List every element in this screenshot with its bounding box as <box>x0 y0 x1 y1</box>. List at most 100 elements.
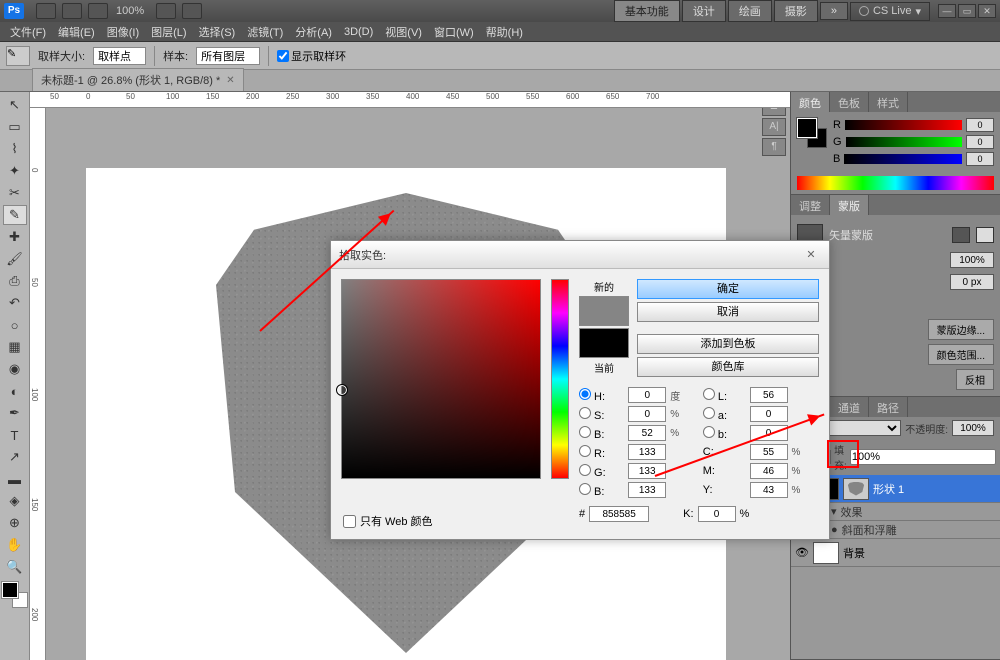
gradient-tool-icon[interactable]: ▦ <box>3 337 27 357</box>
color-range-button[interactable]: 颜色范围... <box>928 344 994 365</box>
tab-paths[interactable]: 路径 <box>869 397 908 417</box>
close-icon[interactable]: ✕ <box>978 4 996 18</box>
a-input[interactable] <box>750 406 788 422</box>
document-tab[interactable]: 未标题-1 @ 26.8% (形状 1, RGB/8) *✕ <box>32 68 244 91</box>
opacity-input[interactable] <box>952 420 994 436</box>
screenmode-icon[interactable] <box>182 3 202 19</box>
type-tool-icon[interactable]: T <box>3 425 27 445</box>
l-input[interactable] <box>750 387 788 403</box>
workspace-painting[interactable]: 绘画 <box>728 0 772 22</box>
minimize-icon[interactable]: — <box>938 4 956 18</box>
r-radio[interactable] <box>579 445 591 457</box>
tab-channels[interactable]: 通道 <box>830 397 869 417</box>
shape-tool-icon[interactable]: ▬ <box>3 469 27 489</box>
layer-thumb[interactable] <box>813 542 839 564</box>
workspace-more[interactable]: » <box>820 2 848 20</box>
tab-styles[interactable]: 样式 <box>869 92 908 112</box>
b-slider[interactable] <box>844 154 962 164</box>
dialog-close-icon[interactable]: ✕ <box>801 248 821 261</box>
heal-tool-icon[interactable]: ✚ <box>3 227 27 247</box>
blur-tool-icon[interactable]: ◉ <box>3 359 27 379</box>
3dcam-tool-icon[interactable]: ⊕ <box>3 513 27 533</box>
menu-window[interactable]: 窗口(W) <box>428 22 480 42</box>
eraser-tool-icon[interactable]: ○ <box>3 315 27 335</box>
s-input[interactable] <box>628 406 666 422</box>
paragraph-panel-icon[interactable]: ¶ <box>762 138 786 156</box>
g-slider[interactable] <box>846 137 962 147</box>
cslive-button[interactable]: CS Live▾ <box>850 2 930 21</box>
k-input[interactable] <box>698 506 736 522</box>
color-cursor[interactable] <box>337 385 347 395</box>
workspace-essentials[interactable]: 基本功能 <box>614 0 680 22</box>
a-radio[interactable] <box>703 407 715 419</box>
cancel-button[interactable]: 取消 <box>637 302 819 322</box>
pen-tool-icon[interactable]: ✒ <box>3 403 27 423</box>
bv-radio[interactable] <box>579 426 591 438</box>
visibility-icon[interactable]: 👁 <box>795 546 809 559</box>
b-input[interactable] <box>966 152 994 166</box>
dodge-tool-icon[interactable]: ◐ <box>3 381 27 401</box>
r-input[interactable] <box>628 444 666 460</box>
vectormask-icon[interactable] <box>976 227 994 243</box>
crop-tool-icon[interactable]: ✂ <box>3 183 27 203</box>
layer-background[interactable]: 👁 背景 <box>791 539 1000 567</box>
sample-select[interactable]: 所有图层 <box>196 47 260 65</box>
g-input[interactable] <box>966 135 994 149</box>
fill-input[interactable] <box>850 449 996 465</box>
menu-image[interactable]: 图像(I) <box>101 22 145 42</box>
dialog-titlebar[interactable]: 拾取实色: ✕ <box>331 241 829 269</box>
y-input[interactable] <box>750 482 788 498</box>
b-radio[interactable] <box>579 483 591 495</box>
character-panel-icon[interactable]: A| <box>762 118 786 136</box>
arrange-icon[interactable] <box>156 3 176 19</box>
viewmode-icon[interactable] <box>88 3 108 19</box>
r-input[interactable] <box>966 118 994 132</box>
hex-input[interactable] <box>589 506 649 522</box>
menu-analysis[interactable]: 分析(A) <box>289 22 338 42</box>
eyedropper-tool-icon[interactable]: ✎ <box>3 205 27 225</box>
color-field[interactable] <box>341 279 541 479</box>
webonly-checkbox[interactable]: 只有 Web 颜色 <box>343 513 433 529</box>
density-input[interactable] <box>950 252 994 268</box>
tab-masks[interactable]: 蒙版 <box>830 195 869 215</box>
menu-edit[interactable]: 编辑(E) <box>52 22 101 42</box>
stamp-tool-icon[interactable]: ⎙ <box>3 271 27 291</box>
tab-color[interactable]: 颜色 <box>791 92 830 112</box>
vector-mask-thumb[interactable] <box>843 478 869 500</box>
lab-b-radio[interactable] <box>703 426 715 438</box>
bv-input[interactable] <box>628 425 666 441</box>
hand-tool-icon[interactable]: ✋ <box>3 535 27 555</box>
pixelmask-icon[interactable] <box>952 227 970 243</box>
marquee-tool-icon[interactable]: ▭ <box>3 117 27 137</box>
panel-color-swatch[interactable] <box>797 118 827 148</box>
tab-swatches[interactable]: 色板 <box>830 92 869 112</box>
menu-file[interactable]: 文件(F) <box>4 22 52 42</box>
m-input[interactable] <box>750 463 788 479</box>
wand-tool-icon[interactable]: ✦ <box>3 161 27 181</box>
ok-button[interactable]: 确定 <box>637 279 819 299</box>
h-input[interactable] <box>628 387 666 403</box>
history-tool-icon[interactable]: ↶ <box>3 293 27 313</box>
path-tool-icon[interactable]: ↗ <box>3 447 27 467</box>
invert-button[interactable]: 反相 <box>956 369 994 390</box>
h-radio[interactable] <box>579 388 591 400</box>
foreground-color[interactable] <box>2 582 18 598</box>
menu-filter[interactable]: 滤镜(T) <box>241 22 289 42</box>
g-radio[interactable] <box>579 464 591 476</box>
menu-select[interactable]: 选择(S) <box>193 22 242 42</box>
color-swatches[interactable] <box>2 582 28 608</box>
b-input[interactable] <box>628 482 666 498</box>
add-swatch-button[interactable]: 添加到色板 <box>637 334 819 354</box>
tab-close-icon[interactable]: ✕ <box>226 75 234 86</box>
workspace-photography[interactable]: 摄影 <box>774 0 818 22</box>
bridge-icon[interactable] <box>36 3 56 19</box>
r-slider[interactable] <box>845 120 962 130</box>
menu-3d[interactable]: 3D(D) <box>338 24 379 40</box>
color-libs-button[interactable]: 颜色库 <box>637 357 819 377</box>
menu-view[interactable]: 视图(V) <box>379 22 428 42</box>
c-input[interactable] <box>750 444 788 460</box>
hue-slider[interactable] <box>551 279 569 479</box>
3d-tool-icon[interactable]: ◈ <box>3 491 27 511</box>
samplesize-select[interactable]: 取样点 <box>93 47 146 65</box>
lasso-tool-icon[interactable]: ⌇ <box>3 139 27 159</box>
